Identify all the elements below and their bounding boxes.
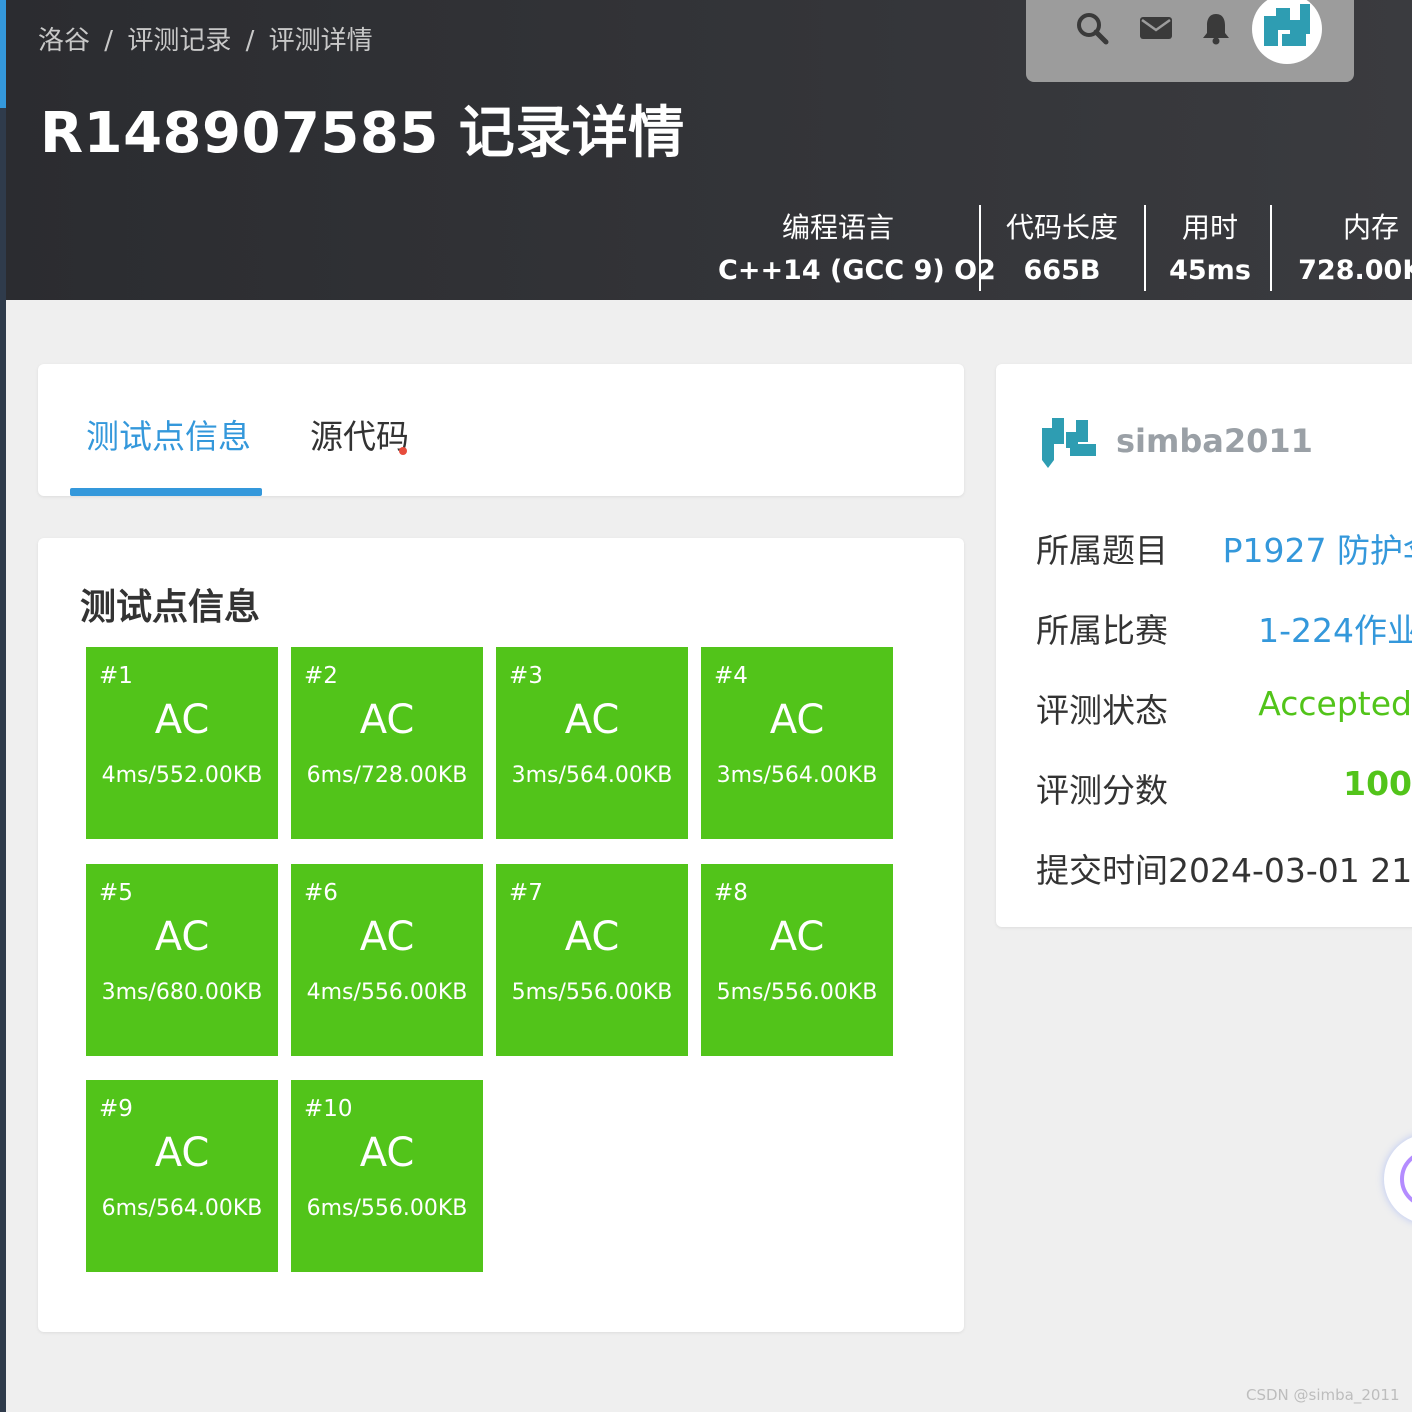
test-case-number: #6 — [304, 880, 338, 906]
user-logo-icon — [1040, 414, 1100, 468]
test-case-number: #2 — [304, 663, 338, 689]
test-case[interactable]: #1 AC 4ms/552.00KB — [86, 647, 278, 839]
test-case-result: AC — [359, 697, 415, 743]
score-value: 100 — [1343, 764, 1412, 803]
stat-memory: 内存 728.00KB — [1296, 205, 1412, 291]
stat-divider — [1144, 205, 1146, 291]
test-case-result: AC — [769, 697, 825, 743]
info-label: 所属比赛 — [1036, 611, 1168, 650]
test-case[interactable]: #2 AC 6ms/728.00KB — [291, 647, 483, 839]
test-case-number: #9 — [99, 1096, 133, 1122]
stat-code-length: 代码长度 665B — [996, 205, 1128, 291]
notification-dot — [399, 447, 407, 455]
test-case[interactable]: #8 AC 5ms/556.00KB — [701, 864, 893, 1056]
stat-label: 代码长度 — [1005, 211, 1118, 244]
test-case[interactable]: #3 AC 3ms/564.00KB — [496, 647, 688, 839]
test-case-result: AC — [564, 914, 620, 960]
stat-value: C++14 (GCC 9) O2 — [718, 255, 996, 286]
test-case-number: #1 — [99, 663, 133, 689]
test-case-result: AC — [359, 1130, 415, 1176]
test-case-result: AC — [564, 697, 620, 743]
test-case[interactable]: #10 AC 6ms/556.00KB — [291, 1080, 483, 1272]
stat-value: 728.00KB — [1298, 255, 1412, 286]
test-case-number: #10 — [304, 1096, 353, 1122]
stat-time: 用时 45ms — [1158, 205, 1262, 291]
info-row-score: 评测分数 100 — [1036, 764, 1412, 810]
info-row-contest: 所属比赛 1-224作业 — [1036, 604, 1412, 650]
search-icon[interactable] — [1074, 10, 1110, 46]
stat-value: 665B — [1023, 255, 1101, 286]
test-case-result: AC — [359, 914, 415, 960]
test-case-result: AC — [769, 914, 825, 960]
record-info-card: simba2011 所属题目 P1927 防护伞 所属比赛 1-224作业 评测… — [996, 364, 1412, 927]
test-case-result: AC — [154, 697, 210, 743]
breadcrumb-separator: / — [245, 26, 255, 56]
test-case[interactable]: #7 AC 5ms/556.00KB — [496, 864, 688, 1056]
test-case-result: AC — [154, 1130, 210, 1176]
info-row-status: 评测状态 Accepted — [1036, 684, 1412, 730]
breadcrumb-home[interactable]: 洛谷 — [38, 26, 90, 56]
problem-link[interactable]: P1927 防护伞 — [1223, 524, 1412, 572]
section-title: 测试点信息 — [80, 587, 261, 628]
test-case-detail: 5ms/556.00KB — [716, 980, 878, 1005]
stat-label: 用时 — [1181, 211, 1238, 244]
test-case-detail: 6ms/556.00KB — [306, 1196, 468, 1221]
tabs-card: 测试点信息 源代码 — [38, 364, 964, 496]
stat-divider — [1270, 205, 1272, 291]
mail-icon[interactable] — [1138, 10, 1174, 46]
test-case[interactable]: #6 AC 4ms/556.00KB — [291, 864, 483, 1056]
tab-active-indicator — [70, 488, 262, 496]
avatar[interactable] — [1252, 0, 1322, 64]
status-value: Accepted — [1258, 684, 1412, 723]
test-case-number: #5 — [99, 880, 133, 906]
assistant-ring-icon — [1400, 1150, 1412, 1208]
breadcrumb-records[interactable]: 评测记录 — [127, 26, 231, 56]
test-case-detail: 3ms/564.00KB — [511, 763, 673, 788]
tab-test-info[interactable]: 测试点信息 — [86, 410, 251, 458]
test-case[interactable]: #5 AC 3ms/680.00KB — [86, 864, 278, 1056]
username-link[interactable]: simba2011 — [1116, 422, 1313, 460]
info-label: 评测状态 — [1036, 691, 1168, 730]
bell-icon[interactable] — [1198, 10, 1234, 46]
test-case-number: #4 — [714, 663, 748, 689]
contest-link[interactable]: 1-224作业 — [1258, 604, 1412, 652]
test-case[interactable]: #9 AC 6ms/564.00KB — [86, 1080, 278, 1272]
test-case-detail: 4ms/556.00KB — [306, 980, 468, 1005]
stat-language: 编程语言 C++14 (GCC 9) O2 — [718, 205, 996, 291]
stat-value: 45ms — [1169, 255, 1251, 286]
stats-bar: 编程语言 C++14 (GCC 9) O2 代码长度 665B 用时 45ms … — [6, 205, 1412, 295]
test-case-number: #7 — [509, 880, 543, 906]
info-label: 所属题目 — [1036, 531, 1168, 570]
test-case-detail: 5ms/556.00KB — [511, 980, 673, 1005]
page-title: R148907585 记录详情 — [40, 101, 685, 166]
info-label: 评测分数 — [1036, 771, 1168, 810]
test-case-number: #8 — [714, 880, 748, 906]
stat-label: 编程语言 — [781, 211, 894, 244]
test-case-detail: 3ms/564.00KB — [716, 763, 878, 788]
test-case-number: #3 — [509, 663, 543, 689]
watermark: CSDN @simba_2011 — [1246, 1386, 1400, 1404]
info-row-submit-time: 提交时间2024-03-01 21... — [1036, 844, 1412, 890]
test-cases-card: 测试点信息 #1 AC 4ms/552.00KB #2 AC 6ms/728.0… — [38, 538, 964, 1332]
test-case-detail: 3ms/680.00KB — [101, 980, 263, 1005]
info-row-problem: 所属题目 P1927 防护伞 — [1036, 524, 1412, 570]
test-case-detail: 6ms/728.00KB — [306, 763, 468, 788]
test-case-detail: 6ms/564.00KB — [101, 1196, 263, 1221]
test-case[interactable]: #4 AC 3ms/564.00KB — [701, 647, 893, 839]
tab-source-code[interactable]: 源代码 — [310, 410, 409, 458]
stat-label: 内存 — [1342, 211, 1399, 244]
test-case-result: AC — [154, 914, 210, 960]
stat-divider — [979, 205, 981, 291]
breadcrumb: 洛谷 / 评测记录 / 评测详情 — [38, 20, 373, 57]
breadcrumb-current: 评测详情 — [268, 26, 373, 56]
test-case-detail: 4ms/552.00KB — [101, 763, 263, 788]
submit-time: 提交时间2024-03-01 21... — [1036, 851, 1412, 890]
user-toolbar — [1026, 0, 1354, 82]
floating-assistant-button[interactable] — [1384, 1134, 1412, 1224]
breadcrumb-separator: / — [104, 26, 114, 56]
